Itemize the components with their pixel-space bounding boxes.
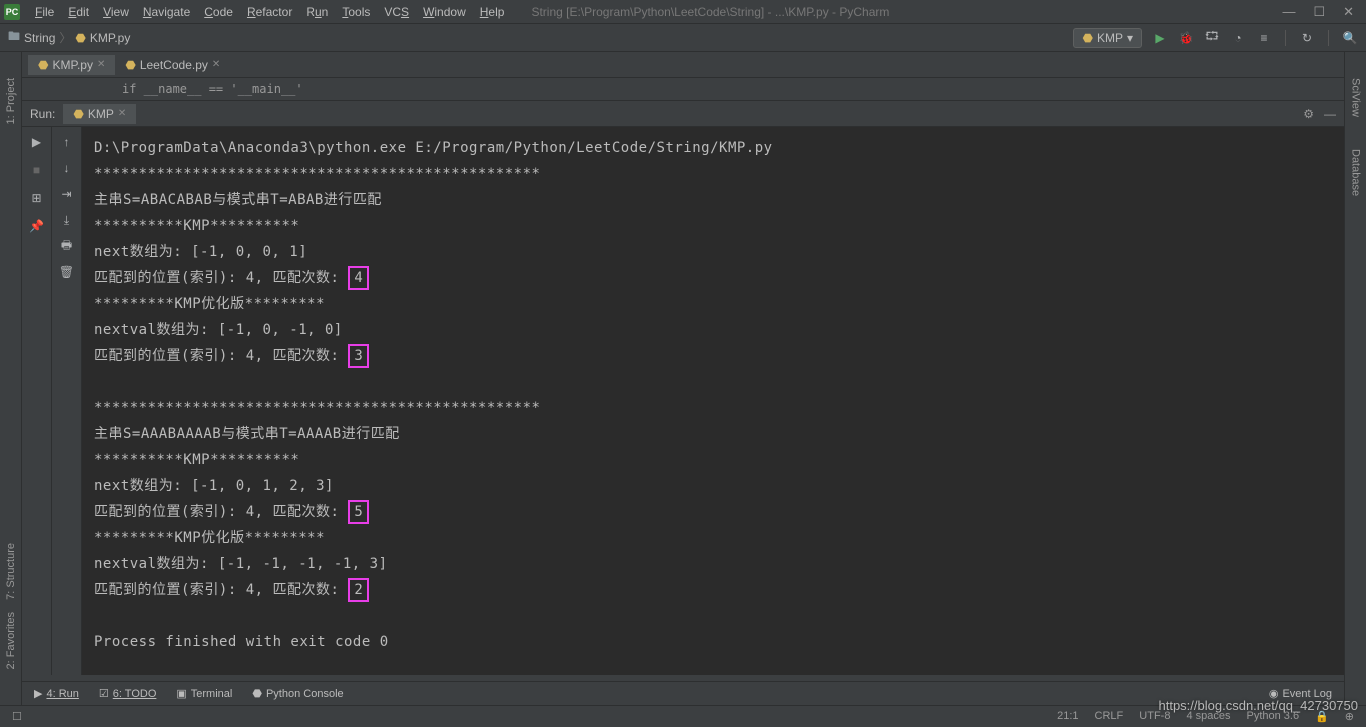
tab-label: KMP.py — [52, 58, 92, 72]
concurrency-button[interactable]: ≡ — [1256, 30, 1272, 46]
status-icon[interactable]: ☐ — [12, 710, 22, 723]
bottom-pyconsole[interactable]: ⬣ Python Console — [252, 687, 343, 700]
bottom-todo[interactable]: ☑ 6: TODO — [99, 687, 156, 700]
debug-button[interactable]: 🐞 — [1178, 30, 1194, 46]
trash-icon[interactable]: 🗑 — [58, 263, 76, 281]
rerun-button[interactable]: ▶ — [28, 133, 46, 151]
search-button[interactable]: 🔍 — [1342, 30, 1358, 46]
code-breadcrumb: if __name__ == '__main__' — [22, 78, 1344, 101]
python-file-icon: ⬣ — [38, 58, 48, 72]
highlight-box: 5 — [348, 500, 369, 524]
run-config-select[interactable]: ⬣ KMP ▾ — [1073, 28, 1142, 48]
python-icon: ⬣ — [1082, 31, 1092, 45]
scroll-icon[interactable]: ⤓ — [58, 211, 76, 229]
minimize-panel-icon[interactable]: ― — [1324, 107, 1336, 121]
sidebar-sciview[interactable]: SciView — [1350, 72, 1362, 123]
status-enc[interactable]: UTF-8 — [1139, 710, 1170, 723]
maximize-icon[interactable]: ☐ — [1313, 4, 1325, 20]
update-button[interactable]: ↻ — [1299, 30, 1315, 46]
sidebar-database[interactable]: Database — [1350, 143, 1362, 202]
close-tab-icon[interactable]: ✕ — [212, 59, 220, 70]
sidebar-structure[interactable]: 7: Structure — [5, 537, 17, 606]
chevron-right-icon: 〉 — [59, 29, 71, 46]
highlight-box: 2 — [348, 578, 369, 602]
indicator-icon[interactable]: ⊕ — [1345, 710, 1354, 723]
wrap-icon[interactable]: ⇥ — [58, 185, 76, 203]
run-config-label: KMP — [1097, 31, 1123, 45]
folder-icon: 🖿 — [8, 27, 20, 48]
pin-button[interactable]: 📌 — [28, 217, 46, 235]
menu-view[interactable]: View — [96, 3, 136, 21]
highlight-box: 3 — [348, 344, 369, 368]
menu-run[interactable]: Run — [299, 3, 335, 21]
bottom-eventlog[interactable]: ◉ Event Log — [1269, 687, 1332, 700]
menu-navigate[interactable]: Navigate — [136, 3, 197, 21]
status-pos[interactable]: 21:1 — [1057, 710, 1078, 723]
run-tab[interactable]: ⬣ KMP ✕ — [63, 104, 136, 124]
stop-button[interactable]: ■ — [28, 161, 46, 179]
layout-button[interactable]: ⊞ — [28, 189, 46, 207]
menu-help[interactable]: Help — [473, 3, 512, 21]
status-indent[interactable]: 4 spaces — [1186, 710, 1230, 723]
close-icon[interactable]: ✕ — [1343, 4, 1354, 20]
close-tab-icon[interactable]: ✕ — [118, 108, 126, 119]
menu-edit[interactable]: Edit — [61, 3, 96, 21]
chevron-down-icon: ▾ — [1127, 31, 1133, 45]
breadcrumb-file[interactable]: KMP.py — [90, 31, 130, 45]
lock-icon[interactable]: 🔒 — [1315, 710, 1329, 723]
tab-leetcode[interactable]: ⬣ LeetCode.py ✕ — [115, 55, 230, 75]
app-logo: PC — [4, 4, 20, 20]
menu-window[interactable]: Window — [416, 3, 473, 21]
menu-file[interactable]: File — [28, 3, 61, 21]
menu-vcs[interactable]: VCS — [377, 3, 416, 21]
tab-kmp[interactable]: ⬣ KMP.py ✕ — [28, 55, 115, 75]
print-icon[interactable]: 🖶 — [58, 237, 76, 255]
breadcrumb: 🖿 String 〉 ⬣ KMP.py — [8, 27, 130, 48]
coverage-button[interactable]: ⮔ — [1204, 30, 1220, 46]
profile-button[interactable]: ◔ — [1230, 30, 1246, 46]
python-icon: ⬣ — [73, 107, 83, 121]
run-tab-label: KMP — [88, 107, 114, 121]
bottom-terminal[interactable]: ▣ Terminal — [176, 687, 232, 700]
down-arrow-icon[interactable]: ↓ — [58, 159, 76, 177]
bottom-run[interactable]: ▶ 4: Run — [34, 687, 79, 700]
up-arrow-icon[interactable]: ↑ — [58, 133, 76, 151]
run-label: Run: — [30, 107, 55, 121]
breadcrumb-folder[interactable]: String — [24, 31, 55, 45]
tab-label: LeetCode.py — [140, 58, 208, 72]
python-file-icon: ⬣ — [125, 58, 135, 72]
status-eol[interactable]: CRLF — [1095, 710, 1124, 723]
run-button[interactable]: ▶ — [1152, 30, 1168, 46]
status-python[interactable]: Python 3.6 — [1246, 710, 1299, 723]
console-output[interactable]: D:\ProgramData\Anaconda3\python.exe E:/P… — [82, 127, 1344, 675]
settings-icon[interactable]: ⚙ — [1303, 107, 1314, 121]
python-file-icon: ⬣ — [75, 31, 85, 45]
menu-refactor[interactable]: Refactor — [240, 3, 299, 21]
highlight-box: 4 — [348, 266, 369, 290]
close-tab-icon[interactable]: ✕ — [97, 59, 105, 70]
minimize-icon[interactable]: ― — [1282, 4, 1295, 20]
sidebar-project[interactable]: 1: Project — [5, 72, 17, 130]
title-path: String [E:\Program\Python\LeetCode\Strin… — [531, 5, 1282, 19]
menu-code[interactable]: Code — [197, 3, 240, 21]
menu-tools[interactable]: Tools — [335, 3, 377, 21]
sidebar-favorites[interactable]: 2: Favorites — [5, 606, 17, 675]
